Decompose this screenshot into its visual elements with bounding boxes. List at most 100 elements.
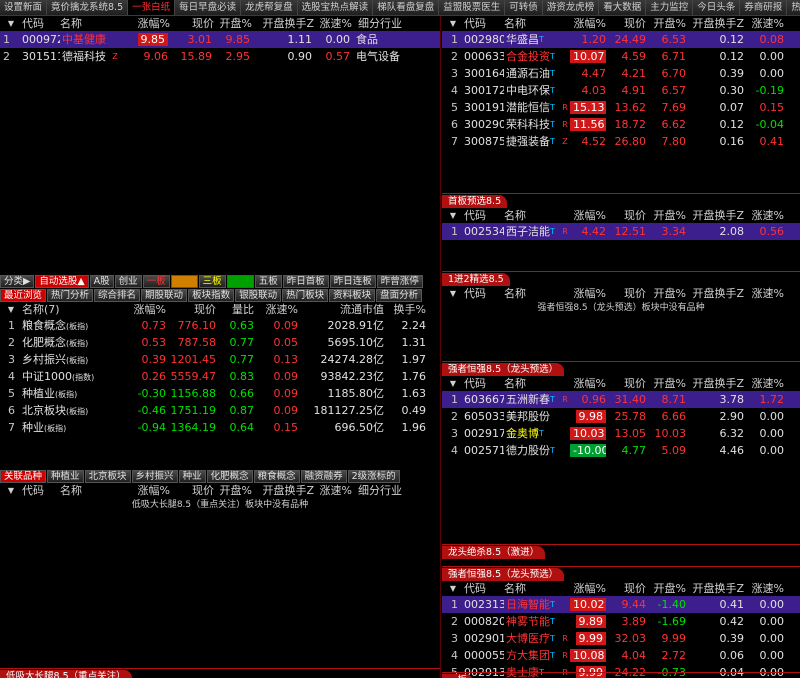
sort-arrow-icon[interactable]: ▼ xyxy=(442,376,464,391)
related-tab[interactable]: 粮食概念 xyxy=(253,470,300,483)
table-row[interactable]: 7 300875 捷强装备T Z 4.52 26.80 7.80 0.16 0.41 xyxy=(442,133,800,150)
col-code[interactable]: 代码 xyxy=(464,208,504,223)
section-title[interactable]: 低吸大长腿8.5（重点关注） xyxy=(0,670,132,678)
col-ltsz[interactable]: 流通市值 xyxy=(298,302,384,317)
col-xj[interactable]: 现价 xyxy=(606,16,646,31)
stock-name[interactable]: 金奥博 xyxy=(506,427,539,440)
col-xj[interactable]: 现价 xyxy=(170,16,214,31)
stock-name[interactable]: 中电环保 xyxy=(506,84,550,97)
filter-button[interactable]: 三板 xyxy=(198,275,226,288)
top-tab[interactable]: 热点 xyxy=(787,0,800,15)
table-row[interactable]: 1 002313 日海智能T 10.02 9.44 -1.40 0.41 0.00 xyxy=(442,596,800,613)
stock-name[interactable]: 荣科科技 xyxy=(506,118,550,131)
table-row[interactable]: 2 000633 合金投资T 10.07 4.59 6.71 0.12 0.00 xyxy=(442,48,800,65)
col-xj[interactable]: 现价 xyxy=(606,376,646,391)
col-code[interactable]: 代码 xyxy=(22,483,60,498)
board-name[interactable]: 中证1000 xyxy=(22,370,72,383)
col-kp[interactable]: 开盘% xyxy=(646,286,686,301)
view-button[interactable]: 综合排名 xyxy=(94,289,141,302)
filter-button[interactable]: 自动选股▲ xyxy=(35,275,89,288)
col-zs[interactable]: 涨速% xyxy=(314,483,352,498)
table-row[interactable]: 6 300290 荣科科技T R 11.56 18.72 6.62 0.12 -0.04 xyxy=(442,116,800,133)
top-tab[interactable]: 龙虎帮复盘 xyxy=(241,0,298,15)
top-tab[interactable]: 券商研报 xyxy=(740,0,788,15)
col-hy[interactable]: 细分行业 xyxy=(352,483,432,498)
board-name[interactable]: 化肥概念 xyxy=(22,336,66,349)
sort-arrow-icon[interactable]: ▼ xyxy=(0,302,22,317)
top-tab[interactable]: 梯队看盘复盘 xyxy=(373,0,440,15)
board-name[interactable]: 北京板块 xyxy=(22,404,66,417)
col-kp[interactable]: 开盘% xyxy=(646,376,686,391)
related-tab[interactable]: 种业 xyxy=(178,470,206,483)
stock-name[interactable]: 通源石油 xyxy=(506,67,550,80)
filter-button[interactable]: 一板 xyxy=(142,275,170,288)
table-row[interactable]: 4 中证1000(指数) 0.26 5559.47 0.83 0.09 93842.23亿 1… xyxy=(0,368,440,385)
col-kp[interactable]: 开盘% xyxy=(214,16,252,31)
col-zs[interactable]: 涨速% xyxy=(254,302,298,317)
table-row[interactable]: 2 000820 神雾节能T 9.89 3.89 -1.69 0.42 0.00 xyxy=(442,613,800,630)
view-button[interactable]: 最近浏览 xyxy=(0,289,47,302)
col-name[interactable]: 名称 xyxy=(504,581,570,596)
col-kphs[interactable]: 开盘换手Z xyxy=(686,581,744,596)
top-tab[interactable]: 今日头条 xyxy=(693,0,741,15)
col-kphs[interactable]: 开盘换手Z xyxy=(686,376,744,391)
section-title[interactable]: 一板 xyxy=(442,674,474,678)
table-row[interactable]: 2 301511 德福科技 Z 9.06 15.89 2.95 0.90 0.57 电气设备 xyxy=(0,48,440,65)
stock-name[interactable]: 西子洁能 xyxy=(506,225,550,238)
col-kphs[interactable]: 开盘换手Z xyxy=(686,16,744,31)
top-tab[interactable]: 每日早盘必读 xyxy=(175,0,242,15)
col-xj[interactable]: 现价 xyxy=(606,286,646,301)
col-kphs[interactable]: 开盘换手Z xyxy=(252,483,314,498)
view-button[interactable]: 资料板块 xyxy=(329,289,376,302)
board-name[interactable]: 乡村振兴 xyxy=(22,353,66,366)
filter-button[interactable]: A股 xyxy=(89,275,114,288)
col-code[interactable]: 代码 xyxy=(464,376,504,391)
col-zs[interactable]: 涨速% xyxy=(744,581,784,596)
col-xj[interactable]: 现价 xyxy=(170,483,214,498)
col-zs[interactable]: 涨速% xyxy=(744,376,784,391)
view-button[interactable]: 银股联动 xyxy=(235,289,282,302)
top-tab[interactable]: 一张白纸 xyxy=(128,0,176,15)
table-row[interactable]: 5 种植业(板指) -0.30 1156.88 0.66 0.09 1185.80亿 1.63 xyxy=(0,385,440,402)
col-zf[interactable]: 涨幅% xyxy=(570,16,606,31)
stock-name[interactable]: 德福科技 xyxy=(60,48,110,65)
col-kp[interactable]: 开盘% xyxy=(214,483,252,498)
table-row[interactable]: 1 粮食概念(板指) 0.73 776.10 0.63 0.09 2028.91亿 2.24 xyxy=(0,317,440,334)
col-code[interactable]: 代码 xyxy=(464,16,504,31)
table-row[interactable]: 4 002571 德力股份T -10.00 4.77 5.09 4.46 0.00 xyxy=(442,442,800,459)
sort-arrow-icon[interactable]: ▼ xyxy=(442,208,464,223)
view-button[interactable]: 期股联动 xyxy=(141,289,188,302)
col-code[interactable]: 代码 xyxy=(464,286,504,301)
table-row[interactable]: 4 300172 中电环保T 4.03 4.91 6.57 0.30 -0.19 xyxy=(442,82,800,99)
stock-name[interactable]: 中基健康 xyxy=(60,31,110,48)
col-zf[interactable]: 涨幅% xyxy=(122,16,170,31)
col-name[interactable]: 名称 xyxy=(504,16,570,31)
related-tab[interactable]: 关联品种 xyxy=(0,470,47,483)
col-zf[interactable]: 涨幅% xyxy=(570,286,606,301)
sort-arrow-icon[interactable]: ▼ xyxy=(442,286,464,301)
filter-button[interactable]: 四板 xyxy=(226,275,254,288)
col-zf[interactable]: 涨幅% xyxy=(570,376,606,391)
filter-button[interactable]: 分类▶ xyxy=(0,275,35,288)
col-zf[interactable]: 涨幅% xyxy=(570,208,606,223)
table-row[interactable]: 5 300191 潜能恒信T R 15.13 13.62 7.69 0.07 0.15 xyxy=(442,99,800,116)
table-row[interactable]: 1 002980 华盛昌T 1.20 24.49 6.53 0.12 0.08 xyxy=(442,31,800,48)
col-xj[interactable]: 现价 xyxy=(166,302,216,317)
col-kp[interactable]: 开盘% xyxy=(646,16,686,31)
view-button[interactable]: 盘面分析 xyxy=(376,289,423,302)
table-row[interactable]: 1 000972 中基健康 9.85 3.01 9.85 1.11 0.00 食品 xyxy=(0,31,440,48)
sort-arrow-icon[interactable]: ▼ xyxy=(0,483,22,498)
sort-arrow-icon[interactable]: ▼ xyxy=(442,581,464,596)
table-row[interactable]: 2 化肥概念(板指) 0.53 787.58 0.77 0.05 5695.10亿 1.31 xyxy=(0,334,440,351)
stock-name[interactable]: 美邦股份 xyxy=(506,410,550,423)
stock-name[interactable]: 潜能恒信 xyxy=(506,101,550,114)
view-button[interactable]: 板块指数 xyxy=(188,289,235,302)
related-tab[interactable]: 化肥概念 xyxy=(206,470,253,483)
col-zs[interactable]: 涨速% xyxy=(744,16,784,31)
table-row[interactable]: 3 乡村振兴(板指) 0.39 1201.45 0.77 0.13 24274.28亿 1.9… xyxy=(0,351,440,368)
col-board-name[interactable]: 名称(7) xyxy=(22,302,114,317)
col-name[interactable]: 名称 xyxy=(60,483,122,498)
stock-name[interactable]: 日海智能 xyxy=(506,598,550,611)
stock-name[interactable]: 方大集团 xyxy=(506,649,550,662)
section-title[interactable]: 强者恒强8.5（龙头预选） xyxy=(442,568,565,581)
